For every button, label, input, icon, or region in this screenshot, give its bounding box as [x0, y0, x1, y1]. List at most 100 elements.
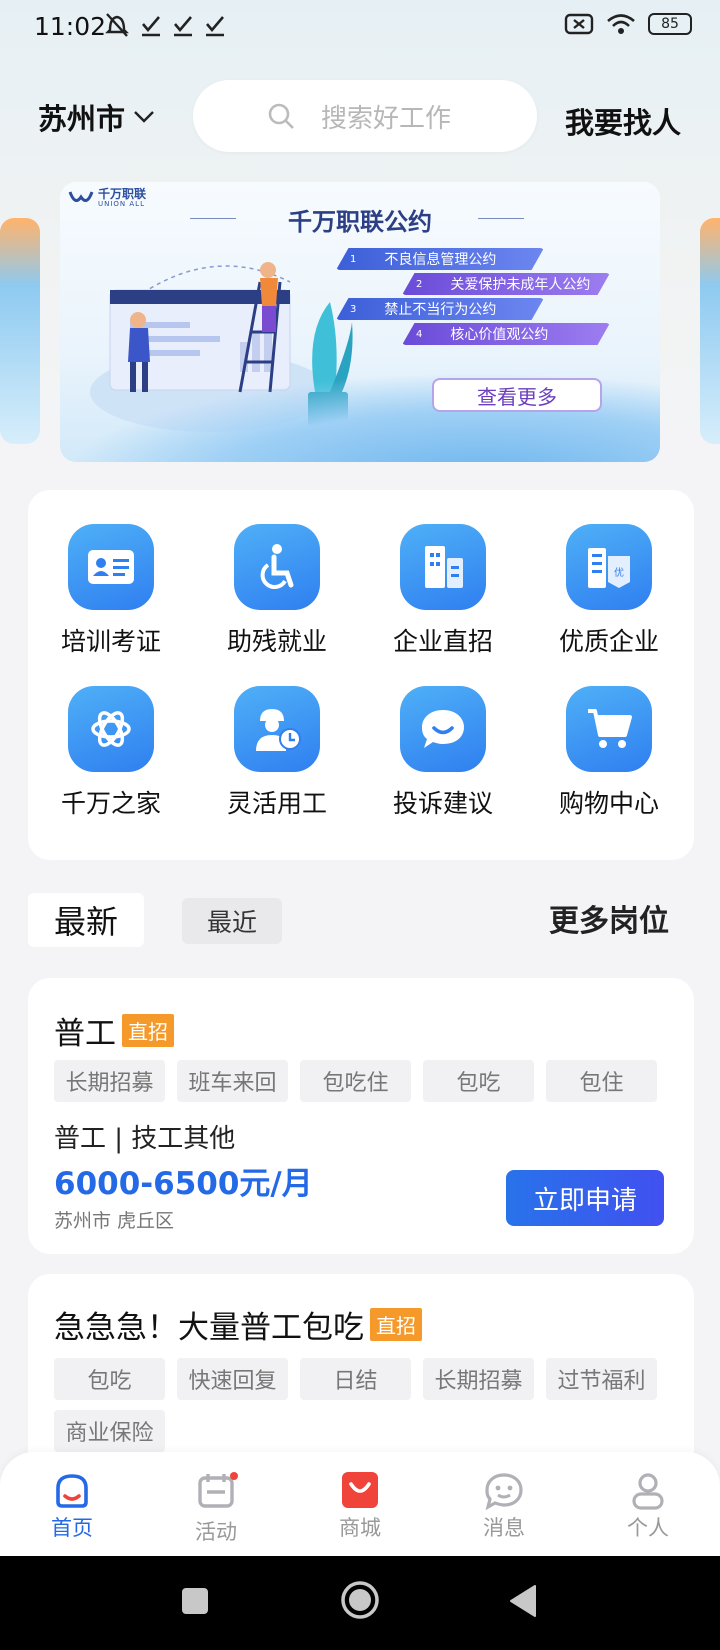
chevron-down-icon: [134, 111, 154, 123]
job-title-row: 普工 直招: [54, 1008, 174, 1053]
grid-label: 企业直招: [392, 627, 493, 656]
nav-label: 活动: [195, 1520, 237, 1544]
grid-icon-wrap: [566, 686, 652, 772]
grid-icon-wrap: 优: [566, 524, 652, 610]
nav-home[interactable]: 首页: [0, 1472, 144, 1542]
find-people-button[interactable]: 我要找人: [565, 100, 681, 142]
grid-icon-wrap: [400, 686, 486, 772]
feature-grid: 培训考证 助残就业 企业直招 优 优质企业 千万之家 灵活用工 投诉建议 购物中…: [28, 490, 694, 860]
nav-profile[interactable]: 个人: [576, 1472, 720, 1542]
job-title-row: 急急急！大量普工包吃 直招: [54, 1302, 422, 1347]
status-time: 11:02: [34, 12, 107, 41]
banner-more-button[interactable]: 查看更多: [432, 378, 602, 412]
grid-icon-wrap: [234, 686, 320, 772]
grid-item-flexible-work[interactable]: 灵活用工: [194, 686, 360, 820]
grid-item-disability[interactable]: 助残就业: [194, 524, 360, 658]
job-tag: 快速回复: [177, 1358, 288, 1400]
check-icon: [142, 16, 160, 37]
knot-icon: [91, 711, 131, 747]
job-tag: 长期招募: [54, 1060, 165, 1102]
nav-label: 商城: [339, 1516, 381, 1540]
mute-icon: [105, 13, 129, 37]
search-icon: [268, 103, 294, 129]
nav-mall[interactable]: 商城: [288, 1472, 432, 1542]
city-name: 苏州市: [38, 102, 126, 136]
grid-label: 灵活用工: [226, 789, 327, 818]
nav-icon-wrap: [196, 1472, 238, 1514]
direct-hire-badge: 直招: [370, 1308, 422, 1341]
job-salary: 6000-6500元/月: [54, 1166, 313, 1202]
chat-bubble-icon: [422, 710, 464, 748]
wifi-icon: [607, 14, 635, 34]
grid-item-training[interactable]: 培训考证: [28, 524, 194, 658]
search-placeholder: 搜索好工作: [321, 103, 452, 134]
banner-pact-item: 1 不良信息管理公约: [336, 248, 544, 270]
back-icon[interactable]: [508, 1584, 538, 1618]
status-icons-right: 85: [564, 12, 692, 36]
more-jobs-link[interactable]: 更多岗位: [549, 896, 669, 940]
building-icon: [425, 546, 463, 588]
message-icon: [485, 1473, 523, 1510]
worker-clock-icon: [256, 709, 301, 751]
grid-item-direct-hire[interactable]: 企业直招: [360, 524, 526, 658]
nav-messages[interactable]: 消息: [432, 1472, 576, 1542]
bottom-nav: 首页 活动 商城 消息 个人: [0, 1452, 720, 1556]
job-tags: 长期招募 班车来回 包吃住 包吃 包住: [54, 1060, 684, 1102]
grid-icon-wrap: [234, 524, 320, 610]
system-nav-bar: [0, 1556, 720, 1650]
nav-label: 个人: [627, 1516, 669, 1540]
status-bar: 11:02 85: [0, 0, 720, 54]
check-icon: [206, 16, 224, 37]
direct-hire-badge: 直招: [122, 1014, 174, 1047]
job-tag: 过节福利: [546, 1358, 657, 1400]
banner[interactable]: 千万职联 UNION ALL 千万职联公约 1 不良信息管理公约 2 关爱保护未…: [60, 182, 660, 462]
person-icon: [632, 1473, 664, 1510]
shop-bag-icon: [342, 1472, 378, 1508]
banner-title-divider: [478, 218, 524, 219]
banner-prev-peek[interactable]: [0, 218, 40, 444]
job-card[interactable]: 急急急！大量普工包吃 直招 包吃 快速回复 日结 长期招募 过节福利 商业保险: [28, 1274, 694, 1474]
job-tag: 包吃: [423, 1060, 534, 1102]
tab-latest[interactable]: 最新: [28, 893, 144, 947]
grid-label: 购物中心: [558, 789, 659, 818]
job-location: 苏州市 虎丘区: [54, 1210, 175, 1232]
id-card-icon: [88, 550, 134, 584]
job-tag: 包住: [546, 1060, 657, 1102]
home-button-icon[interactable]: [340, 1580, 380, 1620]
grid-item-complaint[interactable]: 投诉建议: [360, 686, 526, 820]
banner-pact-item: 2 关爱保护未成年人公约: [402, 273, 610, 295]
banner-pact-item: 3 禁止不当行为公约: [336, 298, 544, 320]
job-tag: 包吃: [54, 1358, 165, 1400]
job-category: 普工 | 技工其他: [54, 1124, 236, 1154]
cart-icon: [588, 709, 632, 748]
nav-label: 首页: [51, 1516, 93, 1540]
apply-button[interactable]: 立即申请: [506, 1170, 664, 1226]
nav-activity[interactable]: 活动: [144, 1472, 288, 1546]
banner-logo-text: 千万职联: [98, 187, 147, 201]
grid-item-home[interactable]: 千万之家: [28, 686, 194, 820]
job-tag: 长期招募: [423, 1358, 534, 1400]
grid-icon-wrap: [68, 524, 154, 610]
banner-pact-item: 4 核心价值观公约: [402, 323, 610, 345]
grid-item-shopping[interactable]: 购物中心: [526, 686, 692, 820]
city-selector[interactable]: 苏州市: [38, 96, 155, 138]
search-input[interactable]: 搜索好工作: [193, 80, 537, 152]
job-card[interactable]: 普工 直招 长期招募 班车来回 包吃住 包吃 包住 普工 | 技工其他 6000…: [28, 978, 694, 1254]
status-icons-left: [104, 10, 226, 40]
grid-icon-wrap: [68, 686, 154, 772]
grid-label: 优质企业: [558, 627, 659, 656]
grid-item-quality-company[interactable]: 优 优质企业: [526, 524, 692, 658]
quality-building-icon: 优: [588, 548, 630, 588]
grid-label: 培训考证: [60, 627, 161, 656]
sim-off-icon: [564, 13, 594, 35]
banner-next-peek[interactable]: [700, 218, 720, 444]
svg-text:优: 优: [614, 566, 624, 579]
recents-icon[interactable]: [181, 1587, 209, 1615]
battery-indicator: 85: [648, 13, 692, 35]
banner-title: 千万职联公约: [288, 208, 432, 236]
tab-nearby[interactable]: 最近: [182, 898, 282, 944]
job-tag: 商业保险: [54, 1410, 165, 1452]
grid-label: 千万之家: [60, 789, 161, 818]
check-icon: [174, 16, 192, 37]
job-tag: 日结: [300, 1358, 411, 1400]
